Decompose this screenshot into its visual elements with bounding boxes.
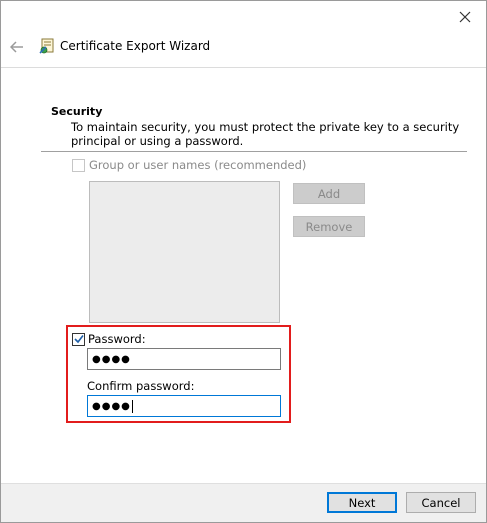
next-button[interactable]: Next [327,492,397,513]
header-divider [1,67,486,68]
section-description: To maintain security, you must protect t… [71,120,460,148]
wizard-header: Certificate Export Wizard [1,35,486,59]
group-user-list[interactable] [89,181,280,323]
text-caret [131,399,133,413]
password-label: Password: [88,332,146,346]
password-input[interactable]: ●●●● [87,348,281,370]
group-option: Group or user names (recommended) [72,158,306,172]
wizard-title: Certificate Export Wizard [60,39,211,53]
password-checkbox[interactable] [72,332,85,346]
checkmark-icon [73,335,84,344]
confirm-password-label: Confirm password: [87,379,195,393]
certificate-export-wizard-window: Certificate Export Wizard Security To ma… [0,0,487,523]
back-arrow-icon [10,41,23,53]
cancel-button[interactable]: Cancel [406,492,476,513]
certificate-icon [39,38,54,54]
wizard-footer: Next Cancel [1,483,486,522]
group-checkbox[interactable] [72,158,85,172]
add-button[interactable]: Add [293,183,365,204]
section-divider [41,151,467,152]
password-value: ●●●● [92,353,131,365]
back-button[interactable] [7,37,27,57]
close-button[interactable] [450,5,480,29]
confirm-password-value: ●●●● [92,400,131,412]
password-option: Password: [72,332,146,346]
remove-button[interactable]: Remove [293,216,365,237]
confirm-password-input[interactable]: ●●●● [87,395,281,417]
group-checkbox-label: Group or user names (recommended) [89,158,307,172]
section-title: Security [51,105,103,118]
close-icon [459,11,471,23]
